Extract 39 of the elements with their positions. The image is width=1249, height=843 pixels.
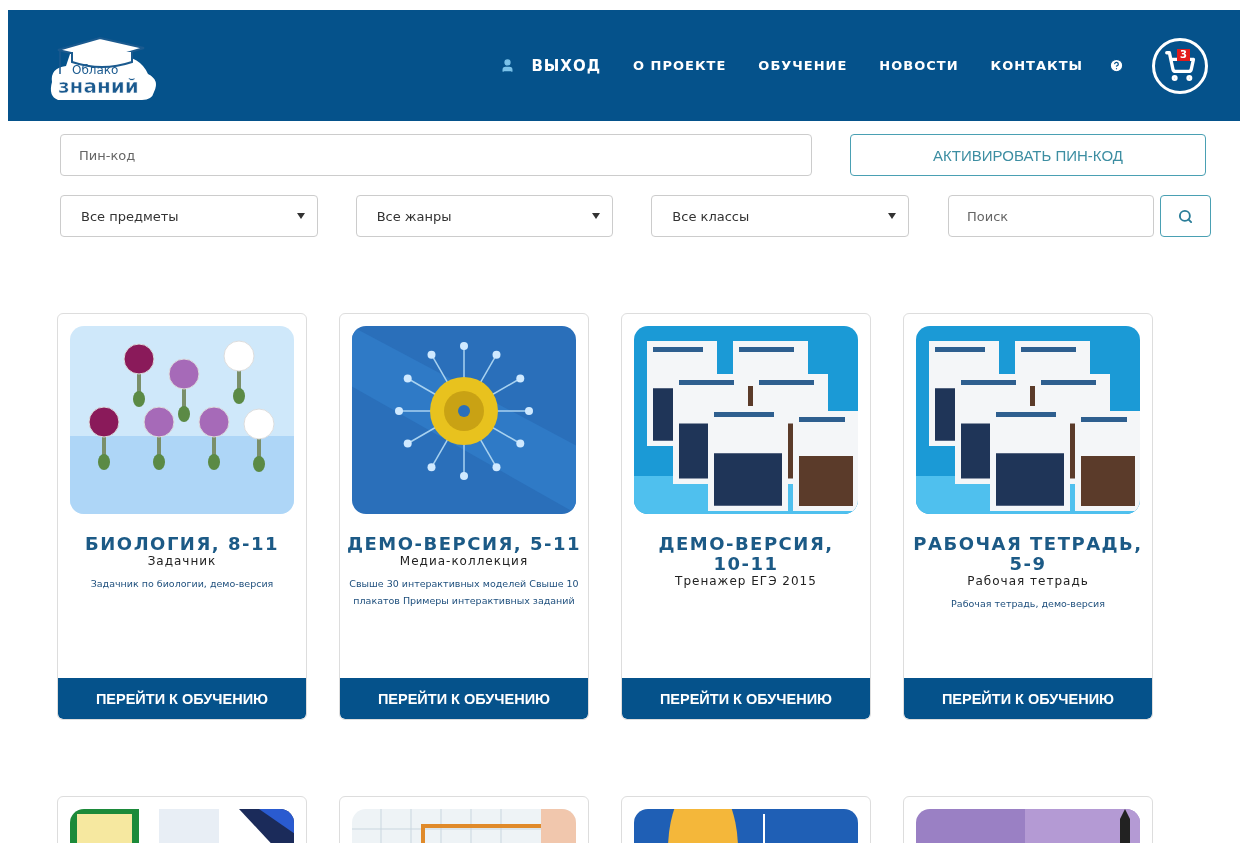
start-learning-button[interactable]: ПЕРЕЙТИ К ОБУЧЕНИЮ — [58, 678, 306, 719]
logo-text: Облако — [71, 63, 119, 76]
cart-button[interactable]: 3 — [1152, 37, 1208, 94]
card-title: БИОЛОГИЯ, 8-11 — [85, 534, 279, 554]
filter-dropdown[interactable]: Все предметы — [60, 195, 318, 237]
card-subtitle: Медиа-коллекция — [399, 554, 529, 569]
cart-icon — [1164, 49, 1196, 82]
cart-badge: 3 — [1177, 48, 1190, 61]
logo-text: знаний — [58, 75, 139, 96]
card-title: РАБОЧАЯ ТЕТРАДЬ, 5-9 — [912, 534, 1144, 574]
nav-link[interactable]: НОВОСТИ — [879, 58, 959, 73]
caret-icon — [888, 213, 896, 219]
filter-dropdown[interactable]: Все классы — [651, 195, 909, 237]
search-field[interactable]: Поиск — [948, 195, 1154, 237]
card-subtitle: Тренажер ЕГЭ 2015 — [675, 574, 817, 589]
card-title: ДЕМО-ВЕРСИЯ, 5-11 — [347, 534, 581, 554]
card-title: ДЕМО-ВЕРСИЯ, 10-11 — [657, 534, 835, 574]
activate-button[interactable]: АКТИВИРОВАТЬ ПИН-КОД — [850, 134, 1206, 176]
card-subtitle: Задачник — [147, 554, 217, 569]
nav-link[interactable]: ОБУЧЕНИЕ — [758, 58, 848, 73]
caret-icon — [296, 213, 305, 219]
card-description: Рабочая тетрадь, демо-версия — [951, 597, 1105, 611]
user-icon — [500, 58, 516, 73]
search-icon — [1178, 208, 1193, 224]
filter-dropdown[interactable]: Все жанры — [355, 195, 614, 237]
help-icon[interactable] — [1109, 58, 1124, 73]
card-subtitle: Рабочая тетрадь — [967, 574, 1089, 589]
search-button[interactable] — [1160, 195, 1211, 237]
nav-link[interactable]: КОНТАКТЫ — [990, 58, 1083, 73]
logout-link[interactable]: ВЫХОД — [531, 56, 602, 75]
pin-code-field[interactable]: Пин-код — [60, 134, 812, 176]
start-learning-button[interactable]: ПЕРЕЙТИ К ОБУЧЕНИЮ — [904, 678, 1152, 719]
card-description: Свыше 30 интерактивных моделей Свыше 10 плакатов Примеры интерактивных заданий — [348, 577, 580, 608]
card-description: Задачник по биологии, демо-версия — [90, 577, 274, 591]
logo[interactable]: Облако знаний — [48, 29, 168, 102]
start-learning-button[interactable]: ПЕРЕЙТИ К ОБУЧЕНИЮ — [622, 678, 870, 719]
start-learning-button[interactable]: ПЕРЕЙТИ К ОБУЧЕНИЮ — [340, 678, 588, 719]
caret-icon — [592, 213, 601, 219]
nav-link[interactable]: О ПРОЕКТЕ — [633, 58, 727, 73]
